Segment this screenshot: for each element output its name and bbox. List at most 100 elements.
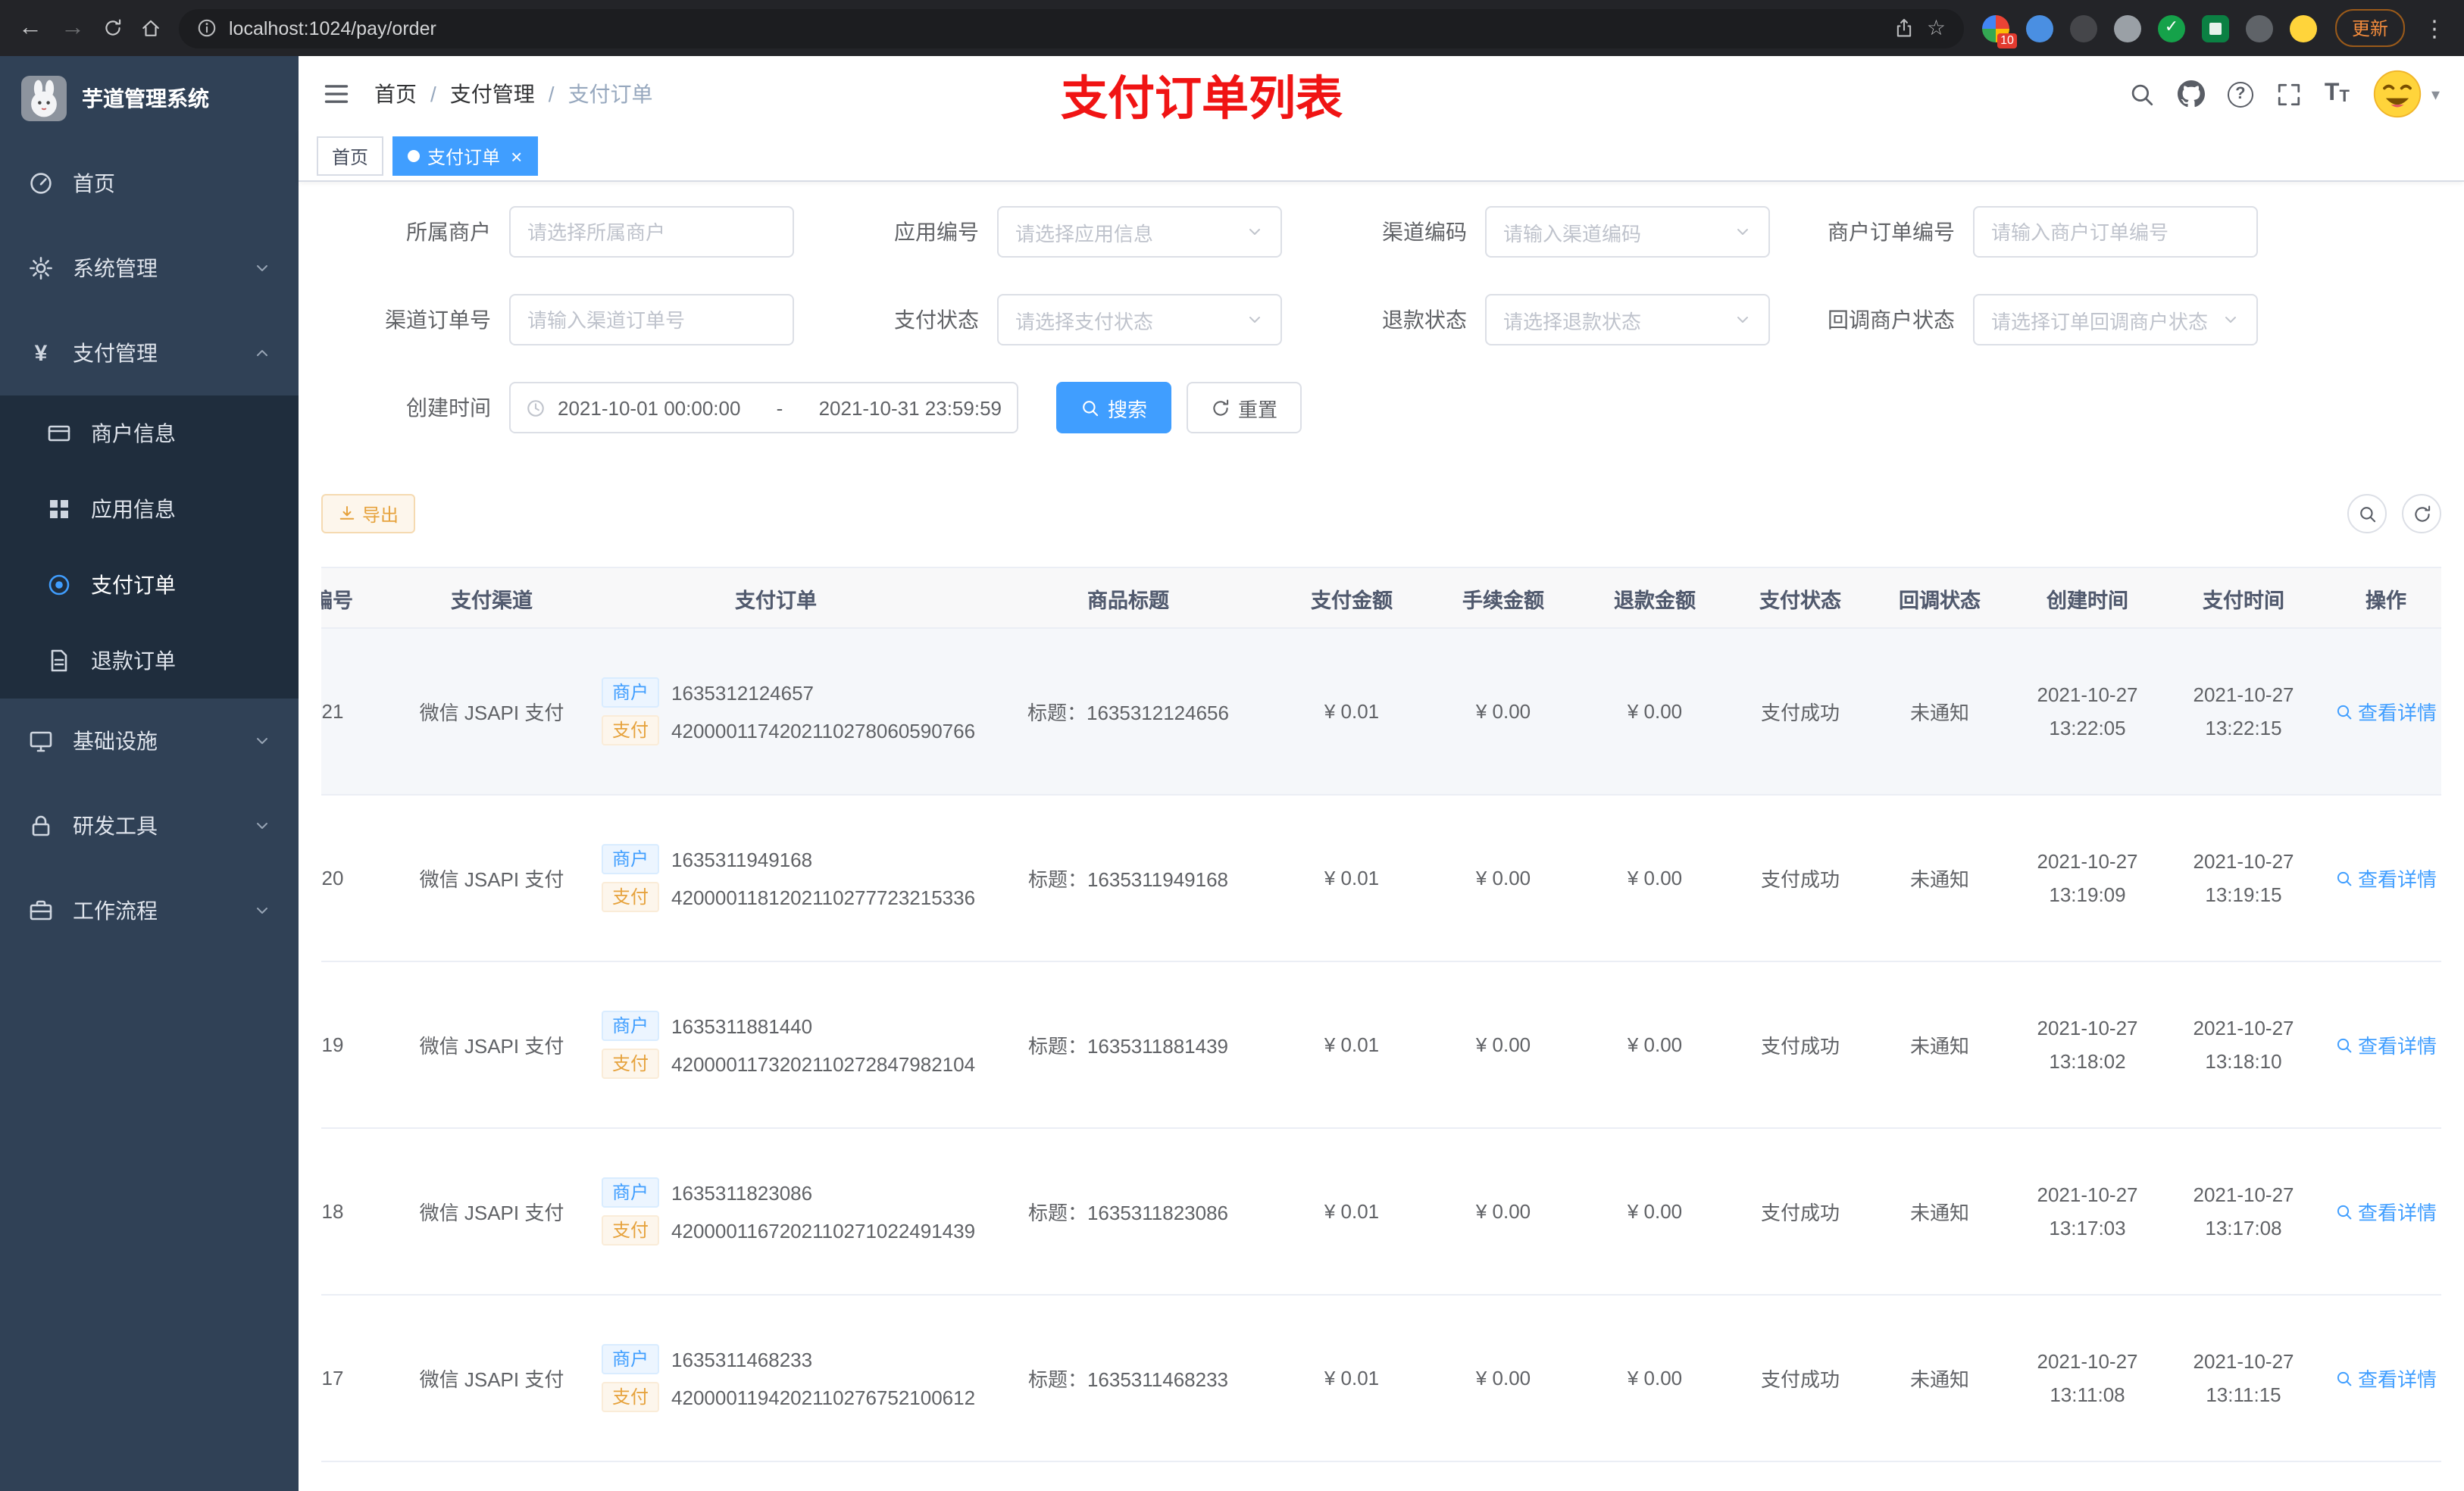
address-bar[interactable]: localhost:1024/pay/order ☆	[179, 8, 1964, 48]
date-separator: -	[776, 396, 783, 419]
extension-badge: 10	[1997, 33, 2017, 48]
pay-status-select[interactable]: 请选择支付状态	[997, 294, 1282, 345]
date-end[interactable]: 2021-10-31 23:59:59	[819, 396, 1002, 419]
extension-icon-colorful[interactable]: 10	[1981, 14, 2017, 48]
browser-back-icon[interactable]: ←	[18, 15, 42, 40]
extension-icon-pinwheel[interactable]	[2245, 14, 2273, 42]
merchant-no: 1635311949168	[671, 848, 813, 871]
tab-pay-order[interactable]: 支付订单 ×	[392, 136, 538, 176]
cell-actions: 查看详情	[2322, 961, 2441, 1129]
cell-created: 2021-10-27 13:19:09	[2009, 795, 2165, 962]
sidebar-item-label: 支付管理	[73, 341, 158, 365]
channel-code-select[interactable]: 请输入渠道编码	[1485, 206, 1770, 258]
chevron-down-icon	[2222, 311, 2240, 329]
breadcrumb-payment[interactable]: 支付管理	[450, 79, 535, 109]
channel-order-no-field[interactable]	[527, 308, 776, 331]
search-button[interactable]: 搜索	[1056, 382, 1172, 433]
toggle-search-button[interactable]	[2347, 494, 2387, 533]
merchant-order-no-field[interactable]	[1991, 220, 2240, 243]
tab-home[interactable]: 首页	[317, 136, 384, 176]
orders-table-scroll[interactable]: 编号 支付渠道 支付订单 商品标题 支付金额 手续金额 退款金额 支付状态 回调…	[321, 567, 2441, 1491]
extension-icon-emoji[interactable]	[2289, 14, 2317, 42]
view-detail-link[interactable]: 查看详情	[2335, 1030, 2437, 1059]
refresh-button[interactable]	[2402, 494, 2441, 533]
github-icon[interactable]	[2177, 80, 2205, 108]
cell-created: 2021-10-27 13:22:05	[2009, 628, 2165, 796]
col-amount: 支付金额	[1276, 567, 1427, 629]
merchant-input[interactable]	[509, 206, 794, 258]
site-info-icon[interactable]	[197, 18, 217, 38]
tab-close-icon[interactable]: ×	[511, 146, 522, 166]
sidebar-item-infrastructure[interactable]: 基础设施	[0, 699, 299, 783]
extension-icon-gray[interactable]	[2113, 14, 2141, 42]
date-line: 2021-10-27	[2193, 850, 2294, 874]
filter-row-2: 渠道订单号 支付状态 请选择支付状态 退款状态	[299, 294, 2464, 345]
cell-status: 支付成功	[1731, 1295, 1870, 1462]
col-fee: 手续金额	[1427, 567, 1579, 629]
sidebar-item-payment[interactable]: ¥ 支付管理	[0, 311, 299, 395]
cell-title: 标题：1635311468233	[980, 1295, 1276, 1462]
breadcrumb: 首页 / 支付管理 / 支付订单	[374, 79, 653, 109]
url-text[interactable]: localhost:1024/pay/order	[229, 17, 1883, 39]
export-button[interactable]: 导出	[321, 494, 416, 533]
search-icon[interactable]	[2129, 81, 2155, 107]
sidebar-item-workflow[interactable]: 工作流程	[0, 868, 299, 953]
cell-refund: ¥ 0.00	[1579, 795, 1731, 962]
sidebar-item-merchant-info[interactable]: 商户信息	[0, 395, 299, 471]
time-line: 13:11:08	[2050, 1383, 2125, 1405]
app-id-select[interactable]: 请选择应用信息	[997, 206, 1282, 258]
sidebar-item-app-info[interactable]: 应用信息	[0, 471, 299, 547]
navbar-actions: ? TT ▾	[2129, 68, 2440, 120]
tab-label: 支付订单	[427, 146, 501, 167]
date-range-picker[interactable]: 2021-10-01 00:00:00 - 2021-10-31 23:59:5…	[509, 382, 1018, 433]
reset-button[interactable]: 重置	[1187, 382, 1302, 433]
view-detail-link[interactable]: 查看详情	[2335, 1364, 2437, 1393]
sidebar-item-system[interactable]: 系统管理	[0, 226, 299, 311]
browser-reload-icon[interactable]	[103, 18, 123, 38]
cell-fee: ¥ 0.00	[1427, 1295, 1579, 1462]
merchant-no: 1635312124657	[671, 681, 815, 704]
date-start[interactable]: 2021-10-01 00:00:00	[558, 396, 740, 419]
sidebar-item-label: 工作流程	[73, 899, 158, 923]
sidebar-item-label: 研发工具	[73, 814, 158, 838]
page-annotation: 支付订单列表	[1061, 72, 1343, 125]
browser-home-icon[interactable]	[141, 18, 161, 38]
extension-icon-dark[interactable]	[2069, 14, 2097, 42]
merchant-no: 1635311881440	[671, 1014, 813, 1037]
breadcrumb-home[interactable]: 首页	[374, 79, 417, 109]
help-icon[interactable]: ?	[2227, 81, 2253, 107]
font-size-icon[interactable]: TT	[2324, 80, 2350, 106]
orders-table: 编号 支付渠道 支付订单 商品标题 支付金额 手续金额 退款金额 支付状态 回调…	[321, 567, 2441, 1491]
sidebar-item-dev-tools[interactable]: 研发工具	[0, 783, 299, 868]
view-detail-link[interactable]: 查看详情	[2335, 1197, 2437, 1226]
hamburger-icon[interactable]	[323, 80, 350, 108]
sidebar-item-home[interactable]: 首页	[0, 141, 299, 226]
channel-order-no-input[interactable]	[509, 294, 794, 345]
font-size-large-glyph: T	[2324, 80, 2340, 106]
sidebar-item-pay-order[interactable]: 支付订单	[0, 547, 299, 623]
refund-status-select[interactable]: 请选择退款状态	[1485, 294, 1770, 345]
share-icon[interactable]	[1895, 18, 1915, 38]
browser-forward-icon[interactable]: →	[61, 15, 85, 40]
browser-menu-icon[interactable]: ⋮	[2423, 14, 2446, 42]
sidebar-logo[interactable]: 芋道管理系统	[0, 56, 299, 141]
pay-no: 4200001194202110276752100612	[671, 1386, 976, 1408]
user-avatar-menu[interactable]: ▾	[2372, 68, 2440, 120]
sidebar-item-refund-order[interactable]: 退款订单	[0, 623, 299, 699]
view-detail-link[interactable]: 查看详情	[2335, 697, 2437, 726]
extension-icon-blue-drop[interactable]	[2025, 14, 2053, 42]
col-order: 支付订单	[571, 567, 980, 629]
view-detail-link[interactable]: 查看详情	[2335, 864, 2437, 892]
fullscreen-icon[interactable]	[2276, 81, 2302, 107]
extension-icon-green-check[interactable]: ✓	[2157, 14, 2185, 42]
filter-merchant-order-no: 商户订单编号	[1785, 206, 2258, 258]
bookmark-star-icon[interactable]: ☆	[1927, 15, 1946, 41]
merchant-order-no-input[interactable]	[1973, 206, 2258, 258]
merchant-no: 1635311823086	[671, 1181, 813, 1204]
filter-label: 退款状态	[1382, 308, 1467, 332]
cell-amount: ¥ 0.01	[1276, 1128, 1427, 1296]
extension-icon-green-square[interactable]	[2201, 14, 2229, 42]
browser-update-button[interactable]: 更新	[2334, 9, 2405, 47]
notify-status-select[interactable]: 请选择订单回调商户状态	[1973, 294, 2258, 345]
merchant-input-field[interactable]	[527, 220, 776, 243]
